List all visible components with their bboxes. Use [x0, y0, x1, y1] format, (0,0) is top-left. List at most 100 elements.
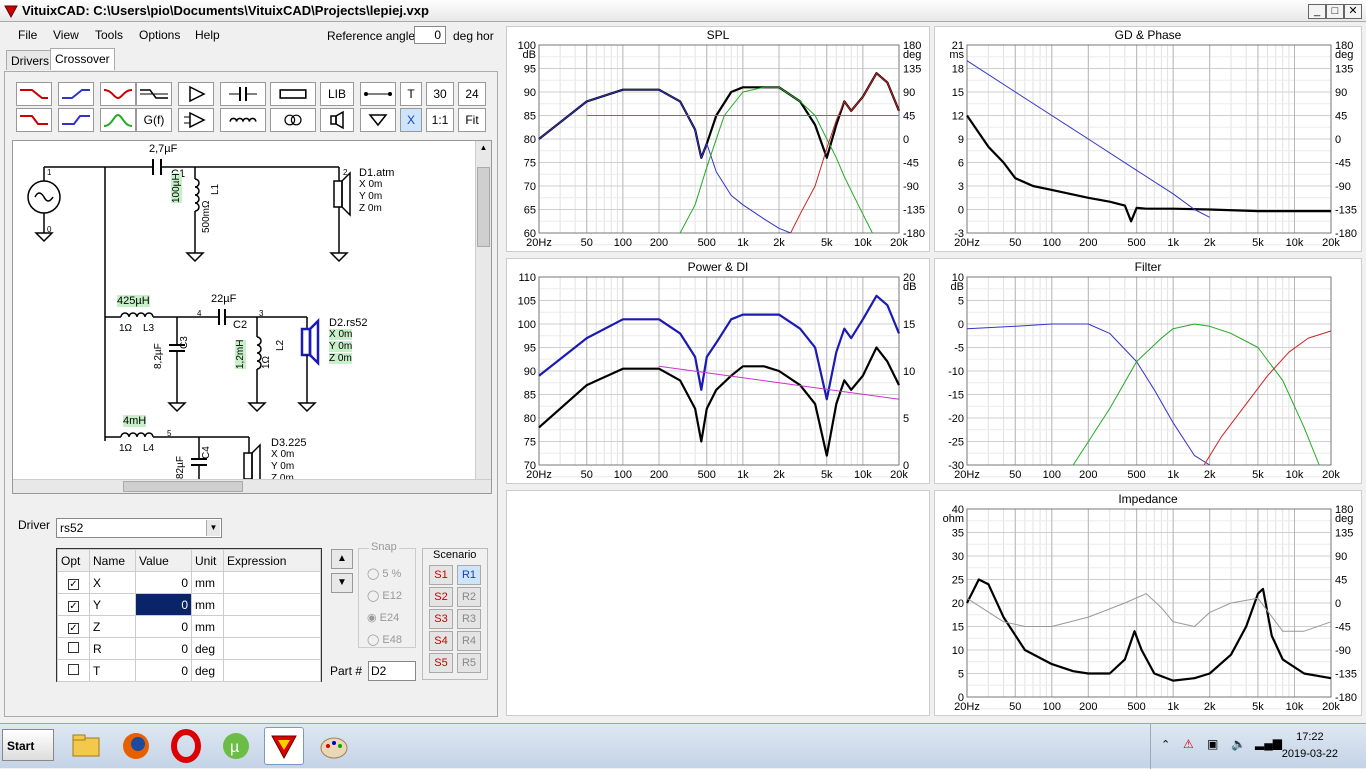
node-2: 2: [343, 168, 348, 177]
schematic-vscroll[interactable]: ▲▼: [475, 141, 491, 493]
close-button[interactable]: ✕: [1344, 4, 1362, 19]
tab-crossover[interactable]: Crossover: [50, 48, 115, 70]
opt-checkbox[interactable]: ✓: [68, 600, 79, 612]
wire-icon[interactable]: [360, 82, 396, 106]
tab-drivers[interactable]: Drivers: [6, 50, 54, 70]
param-value[interactable]: 0: [135, 615, 192, 638]
param-expression[interactable]: [223, 615, 321, 638]
opt-checkbox[interactable]: ✓: [68, 622, 79, 634]
reference-angle-input[interactable]: 0: [414, 26, 446, 44]
vituixcad-taskbar-icon[interactable]: [264, 727, 304, 765]
power-di-panel[interactable]: Power & DI 110 105 100 95 90 85 80 75 70 20 15 10 5 0 d…: [506, 258, 930, 484]
lib-button[interactable]: LIB: [320, 82, 354, 106]
minimize-button[interactable]: _: [1308, 4, 1326, 19]
scenario-r3-button[interactable]: R3: [457, 609, 481, 629]
param-value[interactable]: 0: [135, 637, 192, 660]
firefox-icon[interactable]: [116, 727, 156, 765]
maximize-button[interactable]: □: [1326, 4, 1344, 19]
speaker-icon[interactable]: [320, 108, 354, 132]
schematic-hscroll[interactable]: [13, 479, 491, 493]
signal-icon[interactable]: ▂▄▆: [1255, 736, 1282, 750]
menu-tools[interactable]: Tools: [95, 28, 123, 42]
text-button[interactable]: T: [400, 82, 422, 106]
part-input[interactable]: D2: [368, 661, 416, 681]
spl-chart: 1009590858075706560dB18013590450-45-90-1…: [518, 40, 925, 249]
snap-option-5[interactable]: ◯ 5 %: [367, 567, 401, 580]
chevron-down-icon[interactable]: ▼: [206, 520, 220, 536]
scenario-r2-button[interactable]: R2: [457, 587, 481, 607]
network-warning-icon[interactable]: ⚠: [1183, 737, 1194, 751]
param-value[interactable]: 0: [135, 593, 192, 616]
scenario-s3-button[interactable]: S3: [429, 609, 453, 629]
volume-icon[interactable]: 🔈: [1231, 737, 1246, 751]
snap-option-e12[interactable]: ◯ E12: [367, 589, 402, 602]
lowpass1-icon[interactable]: [16, 82, 52, 106]
usb-icon[interactable]: ▣: [1207, 737, 1218, 751]
grid-y-input[interactable]: 24: [458, 82, 486, 106]
bandpass-icon[interactable]: [100, 108, 136, 132]
lowpass2-icon[interactable]: [16, 108, 52, 132]
menu-options[interactable]: Options: [139, 28, 180, 42]
paint-icon[interactable]: [314, 727, 354, 765]
spl-panel[interactable]: SPL 100 95 90 85 80 75 70 65 60 dB 180 135 90 45 0 -45 -9…: [506, 26, 930, 252]
gd-phase-panel[interactable]: GD & Phase 21 18 15 12 9 6 3 0 -3 ms 180 135 90 45 0 -45…: [934, 26, 1362, 252]
scenario-s4-button[interactable]: S4: [429, 631, 453, 651]
highpass2-icon[interactable]: [58, 108, 94, 132]
grid-x-input[interactable]: 30: [426, 82, 454, 106]
y-tick-label: -15: [948, 390, 964, 402]
inductor-icon[interactable]: [220, 108, 266, 132]
y2-tick-label: 0: [903, 134, 909, 146]
menu-view[interactable]: View: [53, 28, 79, 42]
capacitor-icon[interactable]: [220, 82, 266, 106]
driver-select[interactable]: rs52 ▼: [56, 518, 222, 538]
schematic-canvas[interactable]: 2,7µF C1 100µH 500mΩ L1 D1.atm X 0m Y 0m…: [12, 140, 492, 494]
notch-icon[interactable]: [100, 82, 136, 106]
snap-option-e48[interactable]: ◯ E48: [367, 633, 402, 646]
clock[interactable]: 17:22 2019-03-22: [1282, 729, 1338, 763]
menu-file[interactable]: File: [18, 28, 37, 42]
utorrent-icon[interactable]: µ: [216, 727, 256, 765]
step-icon[interactable]: [136, 82, 172, 106]
l2-res: 1Ω: [261, 355, 272, 369]
param-expression[interactable]: [223, 593, 321, 616]
impedance-panel[interactable]: Impedance 40 35 30 25 20 15 10 5 0 ohm 180 135 90 45 0-…: [934, 490, 1362, 716]
scenario-r5-button[interactable]: R5: [457, 653, 481, 673]
x-tick-label: 200: [1079, 469, 1097, 481]
snap-option-e24[interactable]: ◉ E24: [367, 611, 399, 624]
scenario-s2-button[interactable]: S2: [429, 587, 453, 607]
menu-help[interactable]: Help: [195, 28, 220, 42]
gf-button[interactable]: G(f): [136, 108, 172, 132]
opera-icon[interactable]: [166, 727, 206, 765]
buffer-icon[interactable]: [178, 82, 214, 106]
filter-panel[interactable]: Filter 10 5 0 -5 -10 -15 -20 -25 -30 dB 20Hz 50 100 20…: [934, 258, 1362, 484]
amplifier-icon[interactable]: [178, 108, 214, 132]
param-expression[interactable]: [223, 637, 321, 660]
y-tick-label: 75: [524, 158, 536, 170]
scenario-r1-button[interactable]: R1: [457, 565, 481, 585]
snap-option-label: E12: [382, 590, 402, 602]
zoom-1to1-button[interactable]: 1:1: [426, 108, 454, 132]
param-value[interactable]: 0: [135, 571, 192, 594]
opt-checkbox[interactable]: ✓: [68, 578, 79, 590]
tray-expand-icon[interactable]: ⌃: [1161, 738, 1170, 751]
ground-icon[interactable]: [360, 108, 396, 132]
scenario-s1-button[interactable]: S1: [429, 565, 453, 585]
start-button[interactable]: Start: [2, 729, 54, 761]
imp-chart: 4035302520151050ohm18013590450-45-90-135…: [943, 504, 1357, 713]
resistor-icon[interactable]: [270, 82, 316, 106]
node-0: 0: [47, 225, 52, 234]
explorer-icon[interactable]: [66, 727, 106, 765]
zoom-fit-button[interactable]: Fit: [458, 108, 486, 132]
opt-checkbox[interactable]: [68, 663, 79, 675]
param-expression[interactable]: [223, 659, 321, 682]
x-toggle-button[interactable]: X: [400, 108, 422, 132]
param-value[interactable]: 0: [135, 659, 192, 682]
transformer-icon[interactable]: [270, 108, 316, 132]
param-expression[interactable]: [223, 571, 321, 594]
scenario-r4-button[interactable]: R4: [457, 631, 481, 651]
scenario-s5-button[interactable]: S5: [429, 653, 453, 673]
opt-checkbox[interactable]: [68, 641, 79, 653]
move-up-button[interactable]: ▲: [331, 549, 353, 569]
move-down-button[interactable]: ▼: [331, 573, 353, 593]
highpass1-icon[interactable]: [58, 82, 94, 106]
